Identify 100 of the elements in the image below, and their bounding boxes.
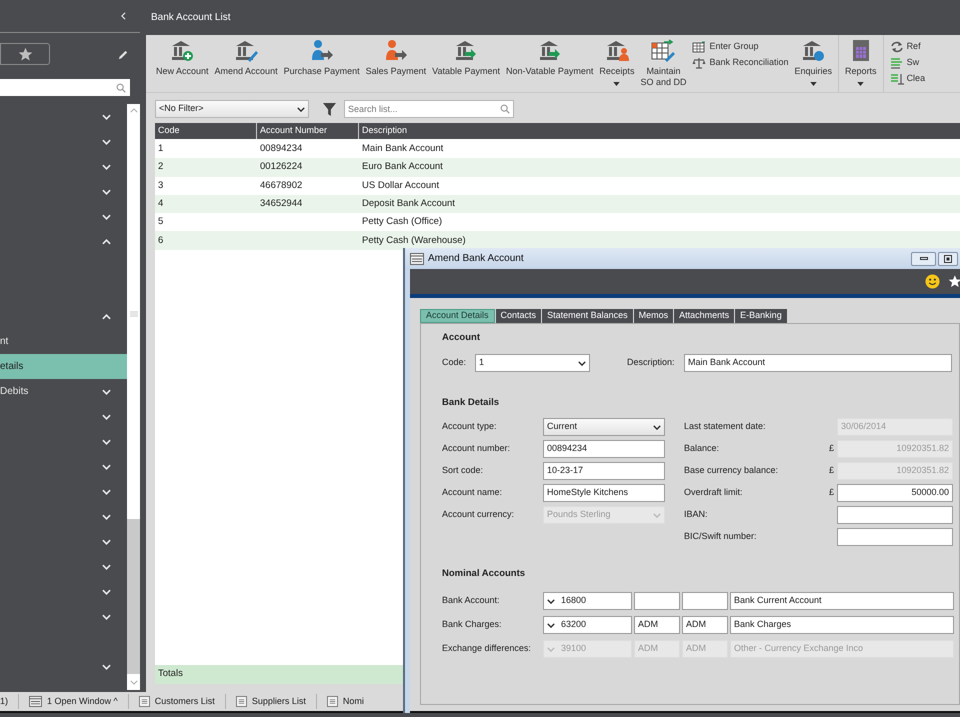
toolbar-button[interactable]: Maintain SO and DD bbox=[637, 39, 690, 92]
field-label: Overdraft limit: bbox=[684, 487, 743, 498]
tab[interactable]: Attachments bbox=[674, 309, 734, 323]
list-icon bbox=[326, 696, 338, 707]
bank-pencil-icon bbox=[233, 39, 260, 63]
taskbar-item[interactable]: Nomi bbox=[326, 694, 364, 708]
input-field[interactable] bbox=[634, 592, 680, 610]
table-cell: 5 bbox=[158, 216, 164, 228]
taskbar-item[interactable]: 1 Open Window ^ bbox=[29, 694, 118, 708]
tab[interactable]: Contacts bbox=[496, 309, 542, 323]
column-header[interactable]: Account Number bbox=[260, 124, 328, 138]
input-field[interactable]: 50000.00 bbox=[837, 484, 953, 502]
collapse-icon[interactable] bbox=[121, 12, 126, 20]
chevron-up-icon[interactable] bbox=[102, 238, 111, 244]
list-icon bbox=[138, 696, 150, 707]
input-field[interactable]: 10-23-17 bbox=[543, 462, 665, 480]
input-field[interactable]: ADM bbox=[682, 616, 728, 634]
search-icon bbox=[500, 104, 510, 114]
toolbar-button[interactable]: Non-Vatable Payment bbox=[503, 39, 596, 92]
currency-symbol: £ bbox=[829, 443, 834, 454]
window-title: Amend Bank Account bbox=[428, 252, 524, 266]
toolbar-button[interactable]: Purchase Payment bbox=[280, 39, 363, 92]
input-field[interactable] bbox=[837, 528, 953, 546]
table-cell: Petty Cash (Office) bbox=[362, 216, 442, 228]
sidebar-item[interactable]: nt bbox=[0, 329, 127, 354]
chevron-up-icon[interactable] bbox=[102, 314, 111, 320]
code-dropdown[interactable]: 63200 bbox=[543, 616, 632, 634]
taskbar-item[interactable]: 1) bbox=[0, 694, 8, 708]
toolbar-button[interactable]: Vatable Payment bbox=[429, 39, 504, 92]
input-field[interactable]: Bank Charges bbox=[730, 616, 954, 634]
toolbar-button[interactable]: Clea bbox=[890, 71, 926, 86]
bank-plus-icon bbox=[169, 39, 196, 63]
toolbar-button[interactable]: Sales Payment bbox=[362, 39, 430, 92]
currency-symbol: £ bbox=[829, 465, 834, 476]
taskbar-item[interactable]: Customers List bbox=[138, 694, 215, 708]
table-row[interactable]: 4 34652944 Deposit Bank Account bbox=[155, 194, 960, 214]
input-field[interactable]: Bank Current Account bbox=[730, 592, 954, 610]
table-cell: 00894234 bbox=[260, 143, 302, 154]
toolbar-button[interactable]: Bank Reconciliation bbox=[692, 55, 789, 70]
window-icon bbox=[410, 252, 424, 264]
window-title: Bank Account List bbox=[151, 10, 230, 24]
toolbar-button[interactable]: Amend Account bbox=[212, 39, 281, 92]
filter-dropdown[interactable]: <No Filter> bbox=[155, 100, 309, 118]
column-header[interactable]: Code bbox=[158, 124, 180, 138]
search-field[interactable]: Search list... bbox=[344, 100, 514, 118]
tab[interactable]: Memos bbox=[634, 309, 674, 323]
table-pencil-icon bbox=[650, 39, 676, 63]
table-cell: Euro Bank Account bbox=[362, 161, 443, 172]
caret-icon bbox=[613, 82, 620, 86]
maximize-button[interactable] bbox=[938, 252, 958, 266]
table-cell: 46678902 bbox=[260, 180, 302, 191]
table-row[interactable]: 2 00126224 Euro Bank Account bbox=[155, 158, 960, 177]
table-cell: 3 bbox=[158, 180, 164, 191]
toolbar-button[interactable]: Enquiries bbox=[792, 39, 836, 92]
input-field[interactable] bbox=[682, 592, 728, 610]
chevron-down-icon[interactable] bbox=[297, 106, 305, 112]
smiley-icon[interactable] bbox=[925, 274, 940, 289]
chevron-down-icon[interactable] bbox=[547, 598, 555, 604]
field-label: Balance: bbox=[684, 443, 720, 454]
tab[interactable]: Account Details bbox=[420, 309, 495, 323]
toolbar-button[interactable]: Ref bbox=[890, 39, 926, 54]
input-field[interactable] bbox=[837, 506, 953, 524]
taskbar-item[interactable]: Suppliers List bbox=[236, 694, 306, 708]
chevron-down-icon[interactable] bbox=[653, 424, 661, 430]
toolbar-button[interactable]: New Account bbox=[153, 39, 212, 92]
filter-icon[interactable] bbox=[323, 102, 336, 116]
field-label: IBAN: bbox=[684, 509, 708, 520]
input-field[interactable]: Main Bank Account bbox=[684, 354, 952, 372]
column-header[interactable]: Description bbox=[362, 124, 408, 138]
field-label: Account currency: bbox=[442, 509, 514, 520]
minimize-button[interactable] bbox=[911, 252, 936, 266]
table-cell: 1 bbox=[158, 143, 164, 154]
sidebar-search-field[interactable] bbox=[0, 79, 130, 96]
sidebar-item[interactable]: Debits bbox=[0, 379, 127, 404]
sidebar-item[interactable]: etails bbox=[0, 354, 127, 379]
tab[interactable]: E-Banking bbox=[735, 309, 787, 323]
search-icon bbox=[116, 82, 126, 92]
table-cell: 4 bbox=[158, 198, 164, 209]
code-dropdown[interactable]: 16800 bbox=[543, 592, 632, 610]
tab[interactable]: Statement Balances bbox=[542, 309, 633, 323]
star-icon[interactable] bbox=[948, 274, 960, 289]
toolbar-button[interactable]: Receipts bbox=[596, 39, 638, 92]
pencil-icon[interactable] bbox=[118, 50, 128, 60]
section-heading: Nominal Accounts bbox=[442, 566, 526, 581]
code-dropdown[interactable]: 1 bbox=[475, 354, 590, 372]
input-field[interactable]: 00894234 bbox=[543, 440, 665, 458]
chevron-down-icon[interactable] bbox=[547, 622, 555, 628]
dropdown[interactable]: Current bbox=[543, 418, 665, 436]
scales-icon bbox=[692, 56, 706, 68]
chevron-down-icon[interactable] bbox=[578, 360, 586, 366]
input-field[interactable]: ADM bbox=[634, 616, 680, 634]
favourites-button[interactable] bbox=[0, 43, 50, 65]
field-label: Exchange differences: bbox=[442, 643, 531, 654]
input-field[interactable]: HomeStyle Kitchens bbox=[543, 484, 665, 502]
table-row[interactable]: 6 Petty Cash (Warehouse) bbox=[155, 231, 960, 250]
refresh-icon bbox=[890, 40, 904, 52]
toolbar-button[interactable]: Reports bbox=[842, 39, 880, 92]
toolbar-button[interactable]: Enter Group bbox=[692, 39, 789, 54]
toolbar-button[interactable]: Sw bbox=[890, 55, 926, 70]
window-icon bbox=[29, 696, 42, 707]
